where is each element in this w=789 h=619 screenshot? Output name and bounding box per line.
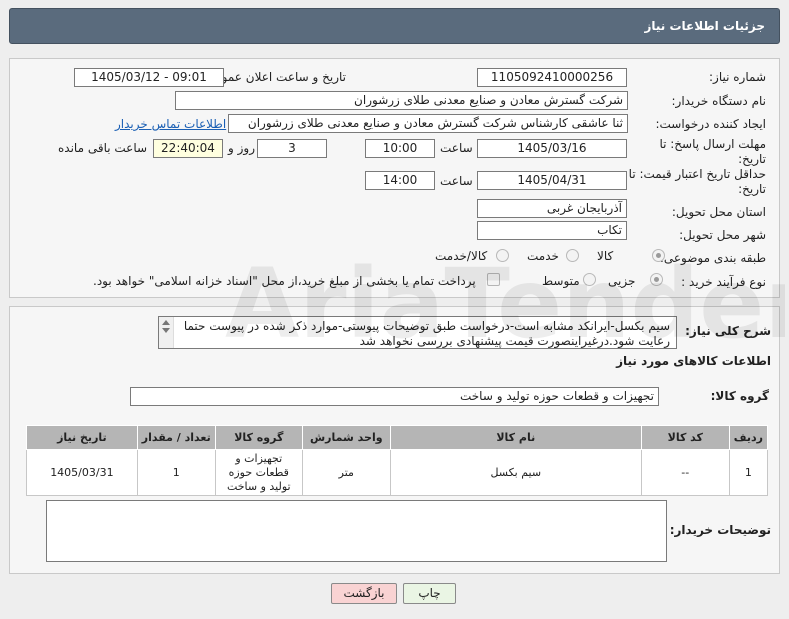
col-item-name: نام کالا bbox=[389, 425, 642, 450]
announce-date-field: 1405/03/12 - 09:01 bbox=[74, 68, 224, 87]
buyer-contact-link[interactable]: اطلاعات تماس خریدار bbox=[115, 117, 226, 131]
category-option-goods-label: کالا bbox=[597, 249, 614, 263]
need-number-field: 1105092410000256 bbox=[477, 68, 627, 87]
description-scrollbar[interactable] bbox=[159, 317, 174, 348]
col-need-date: تاریخ نیاز bbox=[26, 425, 138, 450]
col-item-code: کد کالا bbox=[640, 425, 730, 450]
reply-days-field: 3 bbox=[257, 139, 327, 158]
cell-need-date: 1405/03/31 bbox=[26, 449, 138, 496]
goods-section-title: اطلاعات کالاهای مورد نیاز bbox=[616, 354, 771, 368]
reply-deadline-date-field: 1405/03/16 bbox=[477, 139, 627, 158]
category-label: طبقه بندی موضوعی: bbox=[659, 251, 766, 265]
province-field: آذربایجان غربی bbox=[477, 199, 627, 218]
goods-group-field: تجهیزات و قطعات حوزه تولید و ساخت bbox=[130, 387, 659, 406]
goods-group-label: گروه کالا: bbox=[710, 389, 769, 403]
process-option-minor-label: جزیی bbox=[608, 274, 636, 288]
reply-deadline-label: مهلت ارسال پاسخ: تا تاریخ: bbox=[659, 137, 766, 166]
buyer-notes-label: توضیحات خریدار: bbox=[669, 523, 771, 537]
treasury-payment-checkbox[interactable] bbox=[487, 273, 500, 286]
cell-item-name: سیم بکسل bbox=[389, 449, 642, 496]
col-quantity: تعداد / مقدار bbox=[136, 425, 216, 450]
table-row: 1 -- سیم بکسل متر تجهیزات و قطعات حوزه ت… bbox=[26, 449, 769, 496]
category-option-service-radio[interactable] bbox=[566, 249, 579, 262]
process-label: نوع فرآیند خرید : bbox=[681, 275, 766, 289]
print-button[interactable]: چاپ bbox=[403, 583, 456, 604]
validity-time-label: ساعت bbox=[440, 174, 473, 188]
description-label: شرح کلی نیاز: bbox=[685, 324, 771, 338]
treasury-payment-note: پرداخت تمام یا بخشی از مبلغ خرید،از محل … bbox=[93, 274, 476, 288]
validity-date-field: 1405/04/31 bbox=[477, 171, 627, 190]
buyer-notes-textarea[interactable] bbox=[46, 500, 667, 562]
category-option-both-label: کالا/خدمت bbox=[435, 249, 488, 263]
back-button[interactable]: بازگشت bbox=[331, 583, 397, 604]
category-option-service-label: خدمت bbox=[527, 249, 559, 263]
process-option-medium-label: متوسط bbox=[542, 274, 580, 288]
validity-label: حداقل تاریخ اعتبار قیمت: تا تاریخ: bbox=[628, 167, 766, 196]
reply-deadline-time-field: 10:00 bbox=[365, 139, 435, 158]
col-item-group: گروه کالا bbox=[214, 425, 303, 450]
remaining-time-field: 22:40:04 bbox=[153, 139, 223, 158]
city-field: تکاب bbox=[477, 221, 627, 240]
process-option-minor-radio[interactable] bbox=[650, 273, 663, 286]
requester-field: ثنا عاشقی کارشناس شرکت گسترش معادن و صنا… bbox=[228, 114, 628, 133]
goods-table: ردیف کد کالا نام کالا واحد شمارش گروه کا… bbox=[26, 425, 769, 496]
page-header: جزئیات اطلاعات نیاز bbox=[9, 8, 780, 44]
province-label: استان محل تحویل: bbox=[671, 205, 766, 219]
category-option-goods-radio[interactable] bbox=[652, 249, 665, 262]
buyer-org-field: شرکت گسترش معادن و صنایع معدنی طلای زرشو… bbox=[175, 91, 628, 110]
remaining-time-label: ساعت باقی مانده bbox=[58, 141, 148, 155]
category-option-both-radio[interactable] bbox=[496, 249, 509, 262]
col-row-number: ردیف bbox=[728, 425, 769, 450]
scroll-down-icon[interactable] bbox=[162, 328, 170, 333]
cell-unit: متر bbox=[301, 449, 391, 496]
validity-time-field: 14:00 bbox=[365, 171, 435, 190]
cell-item-code: -- bbox=[640, 449, 730, 496]
process-option-medium-radio[interactable] bbox=[583, 273, 596, 286]
cell-row-number: 1 bbox=[728, 449, 769, 496]
cell-item-group: تجهیزات و قطعات حوزه تولید و ساخت bbox=[214, 449, 303, 496]
goods-table-header-row: ردیف کد کالا نام کالا واحد شمارش گروه کا… bbox=[26, 425, 769, 450]
buyer-org-label: نام دستگاه خریدار: bbox=[671, 94, 767, 108]
days-label: روز و bbox=[228, 141, 255, 155]
reply-time-label: ساعت bbox=[440, 141, 473, 155]
col-unit: واحد شمارش bbox=[301, 425, 391, 450]
requester-label: ایجاد کننده درخواست: bbox=[655, 117, 766, 131]
need-number-label: شماره نیاز: bbox=[709, 70, 766, 84]
city-label: شهر محل تحویل: bbox=[679, 228, 766, 242]
description-textarea[interactable]: سیم بکسل-ایرانکد مشابه است-درخواست طبق ت… bbox=[158, 316, 677, 349]
page-title: جزئیات اطلاعات نیاز bbox=[644, 19, 765, 33]
scroll-up-icon[interactable] bbox=[162, 320, 170, 325]
cell-quantity: 1 bbox=[136, 449, 216, 496]
